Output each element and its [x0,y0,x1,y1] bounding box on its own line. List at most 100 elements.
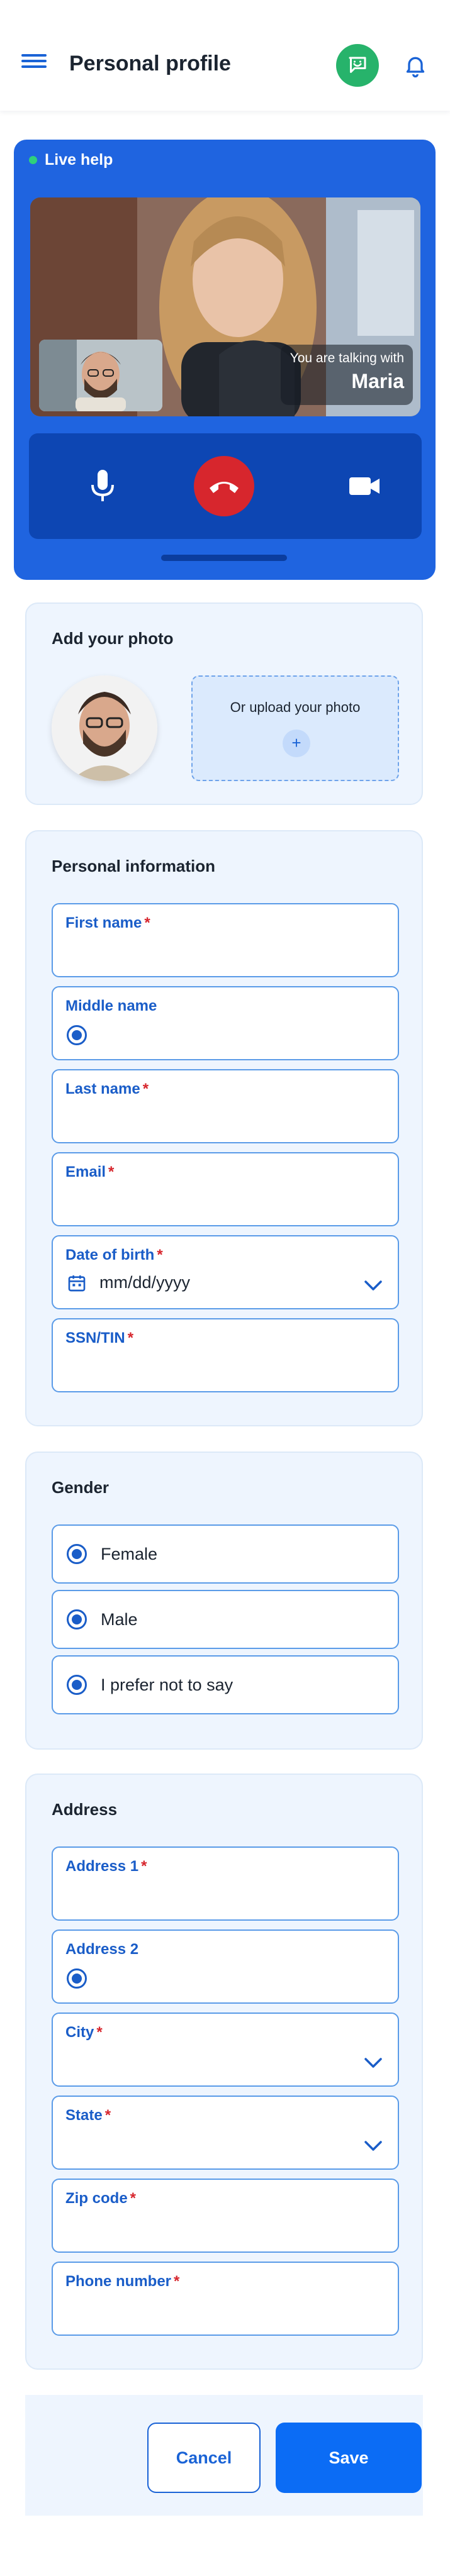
field-label-text: Middle name [65,997,157,1014]
self-video-preview [39,340,162,411]
city-field[interactable]: City * [52,2012,399,2087]
drag-handle[interactable] [161,555,287,561]
live-status-dot [29,156,37,164]
field-label: Last name * [65,1080,149,1098]
gender-option-prefer-not[interactable]: I prefer not to say [52,1655,399,1714]
upload-photo-label: Or upload your photo [230,699,361,715]
live-help-card: Live help You are talking with Maria [14,140,436,580]
cancel-button[interactable]: Cancel [147,2423,261,2493]
state-field[interactable]: State * [52,2096,399,2170]
required-marker: * [108,1163,115,1180]
radio-selected-icon[interactable] [67,1609,87,1629]
field-label-text: Date of birth [65,1246,155,1263]
live-help-heading: Live help [29,151,113,169]
live-help-label: Live help [45,151,113,169]
required-marker: * [142,1080,149,1097]
radio-selected-icon[interactable] [67,1025,87,1045]
upload-photo-dropzone[interactable]: Or upload your photo + [191,675,399,781]
field-label: SSN/TIN * [65,1330,133,1347]
last-name-field[interactable]: Last name * [52,1069,399,1143]
chevron-down-icon[interactable] [364,2057,383,2069]
ssn-tin-field[interactable]: SSN/TIN * [52,1318,399,1392]
agent-video-feed: You are talking with Maria [30,197,420,416]
required-marker: * [174,2273,180,2290]
field-label-text: Email [65,1163,106,1180]
field-label-text: Zip code [65,2190,128,2207]
field-label: Middle name [65,997,159,1015]
plus-icon[interactable]: + [283,730,310,757]
option-label: Male [101,1610,138,1629]
save-button[interactable]: Save [276,2423,422,2493]
field-label: City * [65,2024,103,2041]
field-label: Phone number * [65,2273,179,2290]
first-name-field[interactable]: First name * [52,903,399,977]
zip-code-field[interactable]: Zip code * [52,2179,399,2253]
calendar-icon[interactable] [67,1273,87,1293]
gender-option-male[interactable]: Male [52,1590,399,1649]
agent-caption: You are talking with Maria [281,345,413,405]
chat-support-button[interactable] [336,44,379,87]
field-label: Address 1 * [65,1858,147,1875]
option-label: I prefer not to say [101,1675,233,1694]
required-marker: * [104,2107,111,2124]
required-marker: * [141,1858,147,1875]
field-label: Email * [65,1163,114,1181]
chevron-down-icon[interactable] [364,1279,383,1292]
gender-option-female[interactable]: Female [52,1524,399,1584]
end-call-icon [210,482,239,493]
avatar[interactable] [52,675,157,781]
app-header: Personal profile [0,0,450,111]
field-label: First name * [65,914,150,932]
address-1-field[interactable]: Address 1 * [52,1846,399,1921]
microphone-button[interactable] [89,469,116,504]
field-label-text: Address 2 [65,1941,139,1958]
end-call-button[interactable] [194,456,254,516]
avatar-picture [52,675,157,781]
bell-icon [406,57,425,78]
microphone-icon [91,470,114,501]
photo-card: Add your photo Or upload your photo + [25,602,423,805]
field-label-text: SSN/TIN [65,1330,125,1346]
self-video-picture [39,340,162,411]
middle-name-field[interactable]: Middle name [52,986,399,1060]
field-label: Date of birth * [65,1246,163,1264]
video-camera-button[interactable] [348,474,381,499]
address-title: Address [52,1800,118,1819]
form-actions: Cancel Save [25,2395,423,2516]
field-label-text: City [65,2024,94,2041]
gender-card: Gender Female Male I prefer not to say [25,1452,423,1750]
required-marker: * [144,914,150,931]
radio-selected-icon[interactable] [67,1968,87,1989]
option-label: Female [101,1545,158,1563]
field-label-text: Last name [65,1080,140,1097]
address-card: Address Address 1 * Address 2 City * State… [25,1774,423,2370]
field-label: State * [65,2107,111,2124]
talking-with-label: You are talking with [290,351,404,365]
chevron-down-icon[interactable] [364,2140,383,2152]
video-camera-icon [349,477,380,495]
field-label-text: State [65,2107,103,2124]
required-marker: * [130,2190,137,2207]
phone-number-field[interactable]: Phone number * [52,2262,399,2336]
address-2-field[interactable]: Address 2 [52,1929,399,2004]
notifications-button[interactable] [403,53,428,78]
gender-title: Gender [52,1478,110,1497]
photo-card-title: Add your photo [52,629,174,648]
page-title: Personal profile [69,52,231,75]
date-of-birth-field[interactable]: Date of birth * mm/dd/yyyy [52,1235,399,1309]
field-label: Zip code * [65,2190,136,2207]
field-label: Address 2 [65,1941,141,1958]
field-label-text: Address 1 [65,1858,139,1875]
personal-info-title: Personal information [52,857,216,875]
email-field[interactable]: Email * [52,1152,399,1226]
field-label-text: First name [65,914,142,931]
hamburger-icon[interactable] [21,54,47,73]
agent-name: Maria [351,370,404,392]
radio-selected-icon[interactable] [67,1675,87,1695]
required-marker: * [127,1330,134,1346]
personal-info-card: Personal information First name * Middle … [25,830,423,1426]
field-label-text: Phone number [65,2273,172,2290]
required-marker: * [157,1246,163,1263]
date-of-birth-value: mm/dd/yyyy [99,1273,191,1292]
radio-selected-icon[interactable] [67,1544,87,1564]
